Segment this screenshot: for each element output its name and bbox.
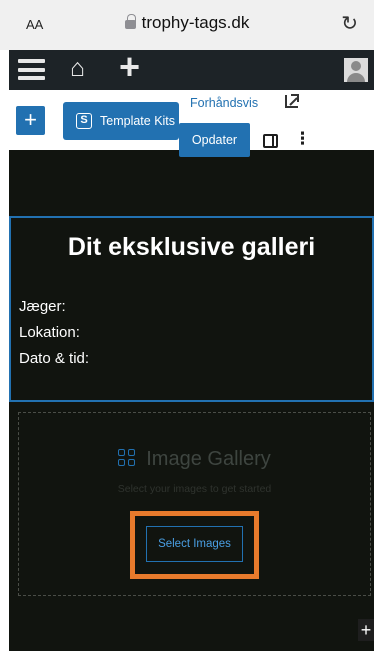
gallery-header: Image Gallery xyxy=(19,447,370,471)
sidebar-toggle-icon[interactable] xyxy=(263,134,278,148)
template-kits-icon: S xyxy=(76,113,92,129)
block-inserter-button[interactable]: + xyxy=(358,619,374,641)
page-heading[interactable]: Dit eksklusive galleri xyxy=(11,233,372,262)
select-images-button[interactable]: Select Images xyxy=(146,526,243,562)
lock-icon xyxy=(124,14,136,29)
add-block-button[interactable]: + xyxy=(16,106,45,135)
home-icon[interactable]: ⌂ xyxy=(70,56,85,81)
gallery-subtitle: Select your images to get started xyxy=(117,483,272,495)
location-field[interactable]: Lokation: xyxy=(19,324,80,341)
menu-icon[interactable] xyxy=(18,59,45,80)
gallery-title: Image Gallery xyxy=(146,448,271,470)
url-text: trophy-tags.dk xyxy=(141,13,250,32)
template-kits-label: Template Kits xyxy=(100,114,176,128)
url-field[interactable]: trophy-tags.dk xyxy=(0,13,374,33)
image-gallery-placeholder[interactable]: Image Gallery Select your images to get … xyxy=(18,412,371,596)
preview-link[interactable]: Forhåndsvis xyxy=(190,96,258,110)
reload-icon[interactable]: ↻ xyxy=(341,11,358,36)
hunter-field[interactable]: Jæger: xyxy=(19,298,66,315)
editor-canvas: Dit eksklusive galleri Jæger: Lokation: … xyxy=(9,150,374,651)
plus-icon[interactable]: + xyxy=(119,49,140,85)
gallery-grid-icon xyxy=(118,449,136,467)
editor-toolbar: + S Template Kits Forhåndsvis Opdater ⋮ xyxy=(9,90,374,157)
highlight-frame: Select Images xyxy=(130,511,259,579)
external-link-icon[interactable] xyxy=(285,94,299,108)
avatar-icon[interactable] xyxy=(344,58,368,82)
browser-address-bar: AA trophy-tags.dk ↻ xyxy=(0,0,374,50)
template-kits-button[interactable]: S Template Kits xyxy=(63,102,179,140)
more-options-icon[interactable]: ⋮ xyxy=(294,130,311,147)
admin-bar: ⌂ + xyxy=(9,49,374,90)
datetime-field[interactable]: Dato & tid: xyxy=(19,350,89,367)
selected-group-block[interactable]: Dit eksklusive galleri Jæger: Lokation: … xyxy=(9,216,374,402)
update-button[interactable]: Opdater xyxy=(179,123,250,157)
